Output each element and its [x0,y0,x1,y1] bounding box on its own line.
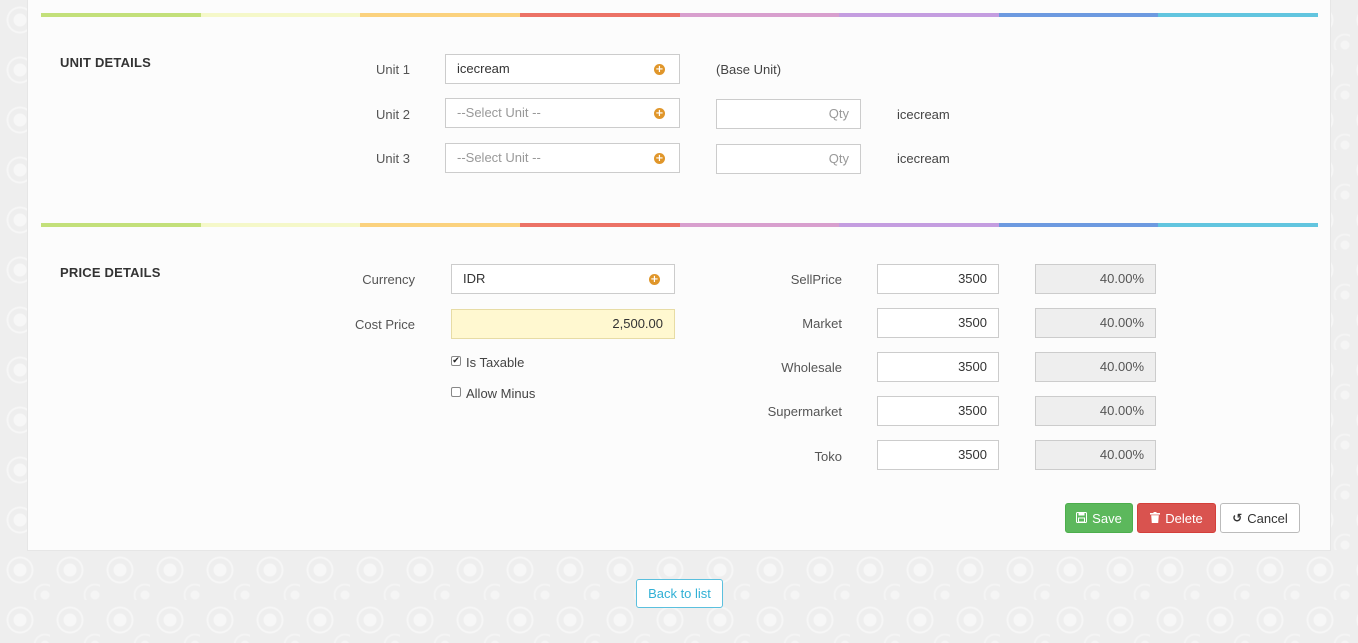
unit2-add-button[interactable]: + [640,98,680,128]
supermarket-label: Supermarket [767,404,842,419]
market-margin: 40.00% [1035,308,1156,338]
unit-details-title: UNIT DETAILS [60,55,151,70]
sellprice-input[interactable]: 3500 [877,264,999,294]
cancel-label: Cancel [1247,510,1288,526]
divider-segment [679,13,840,17]
divider-segment [200,13,361,17]
divider-segment [1158,13,1318,17]
divider-segment [360,223,520,227]
divider-segment [998,13,1159,17]
cost-price-label: Cost Price [355,317,415,332]
unit1-label: Unit 1 [376,62,410,77]
unit1-add-button[interactable]: + [640,54,680,84]
wholesale-margin: 40.00% [1035,352,1156,382]
save-button[interactable]: Save [1065,503,1133,533]
supermarket-input[interactable]: 3500 [877,396,999,426]
market-label: Market [802,316,842,331]
currency-add-button[interactable]: + [635,264,675,294]
divider-segment [1158,223,1318,227]
floppy-disk-icon [1076,511,1088,525]
plus-circle-icon: + [654,63,665,75]
base-unit-note: (Base Unit) [716,62,782,77]
rainbow-divider-middle [41,223,1318,227]
undo-icon: ↺ [1232,511,1243,525]
plus-circle-icon: + [649,273,660,285]
unit3-add-button[interactable]: + [640,143,680,173]
is-taxable-checkbox[interactable]: ✔ [451,356,461,366]
divider-segment [200,223,361,227]
unit3-base-unit-text: icecream [897,151,950,166]
toko-label: Toko [814,449,842,464]
divider-segment [41,223,201,227]
plus-circle-icon: + [654,152,665,164]
divider-segment [998,223,1159,227]
market-input[interactable]: 3500 [877,308,999,338]
divider-segment [839,223,999,227]
cost-price-input[interactable]: 2,500.00 [451,309,675,339]
divider-segment [519,13,680,17]
unit2-label: Unit 2 [376,107,410,122]
currency-label: Currency [362,272,415,287]
unit2-qty-input[interactable]: Qty [716,99,861,129]
toko-input[interactable]: 3500 [877,440,999,470]
toko-margin: 40.00% [1035,440,1156,470]
supermarket-margin: 40.00% [1035,396,1156,426]
is-taxable-label: Is Taxable [466,355,525,370]
back-to-list-button[interactable]: Back to list [636,579,723,608]
divider-segment [519,223,680,227]
sellprice-label: SellPrice [790,272,842,287]
unit1-input[interactable]: icecream [445,54,641,84]
rainbow-divider-top [41,13,1318,17]
unit3-qty-input[interactable]: Qty [716,144,861,174]
unit3-select[interactable]: --Select Unit -- [445,143,641,173]
plus-circle-icon: + [654,107,665,119]
divider-segment [41,13,201,17]
delete-label: Delete [1165,510,1203,526]
wholesale-input[interactable]: 3500 [877,352,999,382]
allow-minus-label: Allow Minus [466,386,536,401]
sellprice-margin: 40.00% [1035,264,1156,294]
save-label: Save [1092,510,1122,526]
price-details-title: PRICE DETAILS [60,265,161,280]
back-to-list-label: Back to list [648,586,711,601]
divider-segment [839,13,999,17]
allow-minus-checkbox[interactable] [451,387,461,397]
unit2-select[interactable]: --Select Unit -- [445,98,641,128]
wholesale-label: Wholesale [781,360,842,375]
delete-button[interactable]: Delete [1137,503,1216,533]
unit2-base-unit-text: icecream [897,107,950,122]
unit3-label: Unit 3 [376,151,410,166]
cancel-button[interactable]: ↺ Cancel [1220,503,1300,533]
trash-icon [1150,511,1161,525]
divider-segment [679,223,840,227]
currency-input[interactable]: IDR [451,264,636,294]
divider-segment [360,13,520,17]
